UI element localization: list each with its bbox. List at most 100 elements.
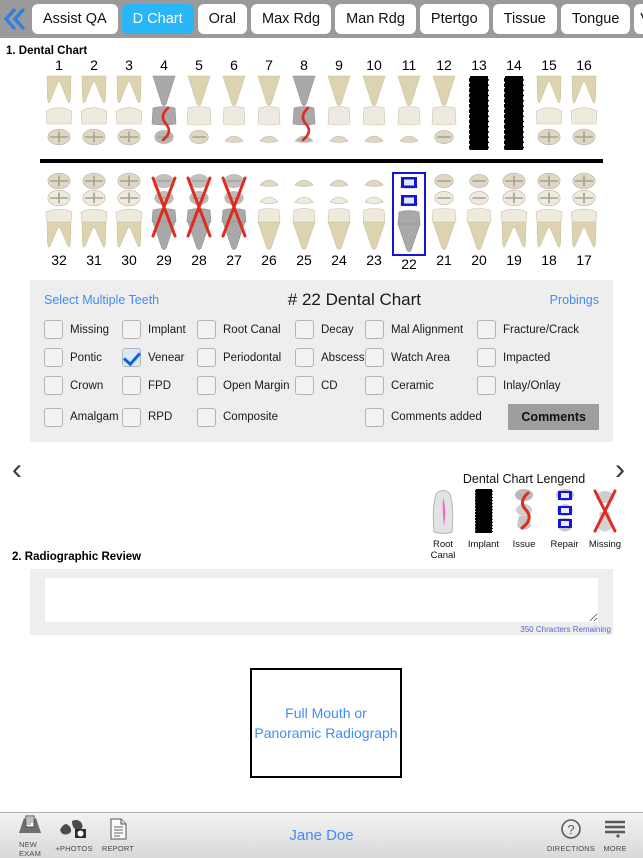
tooth-graphic-implant[interactable] (499, 74, 529, 152)
checkbox[interactable] (295, 348, 314, 367)
tab-tissue[interactable]: Tissue (492, 4, 557, 34)
tooth-26[interactable]: 26 (252, 172, 287, 273)
tooth-graphic-normal[interactable] (359, 172, 389, 252)
option-watch-area[interactable]: Watch Area (365, 348, 477, 367)
tooth-graphic-implant[interactable] (464, 74, 494, 152)
tooth-graphic-normal[interactable] (394, 74, 424, 152)
checkbox[interactable] (365, 407, 384, 427)
tooth-22[interactable]: 22 (392, 172, 427, 273)
option-root-canal[interactable]: Root Canal (197, 320, 295, 339)
option-pontic[interactable]: Pontic (44, 348, 122, 367)
tooth-graphic-normal[interactable] (359, 74, 389, 152)
checkbox[interactable] (44, 376, 63, 395)
comments-button[interactable]: Comments (508, 404, 599, 430)
chevron-left-icon[interactable]: ‹ (12, 455, 22, 485)
option-missing[interactable]: Missing (44, 320, 122, 339)
tooth-27[interactable]: 27 (217, 172, 252, 273)
tooth-29[interactable]: 29 (147, 172, 182, 273)
option-impacted[interactable]: Impacted (477, 348, 599, 367)
tooth-13[interactable]: 13 (462, 57, 497, 152)
tooth-graphic-normal[interactable] (534, 172, 564, 252)
tooth-graphic-normal[interactable] (44, 172, 74, 252)
tooth-graphic-missing[interactable] (219, 172, 249, 252)
radiographic-review-input[interactable] (45, 578, 598, 622)
tooth-graphic-normal[interactable] (569, 172, 599, 252)
tooth-25[interactable]: 25 (287, 172, 322, 273)
checkbox[interactable] (477, 320, 496, 339)
option-inlay-onlay[interactable]: Inlay/Onlay (477, 376, 599, 395)
tooth-graphic-normal[interactable] (429, 172, 459, 252)
tooth-graphic-normal[interactable] (464, 172, 494, 252)
tooth-18[interactable]: 18 (532, 172, 567, 273)
tab-max-rdg[interactable]: Max Rdg (251, 4, 332, 34)
tooth-17[interactable]: 17 (567, 172, 602, 273)
probings-link[interactable]: Probings (550, 293, 599, 307)
tab-tongue[interactable]: Tongue (560, 4, 631, 34)
checkbox[interactable] (295, 320, 314, 339)
tooth-4[interactable]: 4 (147, 57, 182, 152)
option-periodontal[interactable]: Periodontal (197, 348, 295, 367)
tooth-graphic-normal[interactable] (324, 172, 354, 252)
checkbox[interactable] (197, 407, 216, 427)
option-crown[interactable]: Crown (44, 376, 122, 395)
tooth-graphic-normal[interactable] (184, 74, 214, 152)
tab-oral[interactable]: Oral (197, 4, 248, 34)
tooth-6[interactable]: 6 (217, 57, 252, 152)
tooth-21[interactable]: 21 (427, 172, 462, 273)
radiograph-upload-box[interactable]: Full Mouth or Panoramic Radiograph (250, 668, 402, 778)
tooth-graphic-normal[interactable] (429, 74, 459, 152)
tooth-graphic-normal[interactable] (114, 74, 144, 152)
tooth-32[interactable]: 32 (42, 172, 77, 273)
checkbox[interactable] (365, 320, 384, 339)
double-chevron-left-icon[interactable] (2, 0, 28, 38)
tooth-graphic-normal[interactable] (79, 74, 109, 152)
option-implant[interactable]: Implant (122, 320, 197, 339)
tooth-graphic-normal[interactable] (499, 172, 529, 252)
tooth-graphic-normal[interactable] (219, 74, 249, 152)
checkbox[interactable] (122, 320, 141, 339)
option-comments-added[interactable]: Comments added (365, 407, 482, 427)
option-venear[interactable]: Venear (122, 348, 197, 367)
checkbox[interactable] (122, 407, 141, 427)
select-multiple-teeth-link[interactable]: Select Multiple Teeth (44, 293, 159, 307)
tooth-15[interactable]: 15 (532, 57, 567, 152)
tooth-3[interactable]: 3 (112, 57, 147, 152)
tooth-graphic-normal[interactable] (324, 74, 354, 152)
checkbox[interactable] (197, 348, 216, 367)
tooth-graphic-missing[interactable] (184, 172, 214, 252)
option-open-margin[interactable]: Open Margin (197, 376, 295, 395)
tooth-graphic-missing[interactable] (149, 172, 179, 252)
checkbox[interactable] (44, 320, 63, 339)
footer-button-directions[interactable]: ? DIRECTIONS (547, 818, 595, 853)
tooth-14[interactable]: 14 (497, 57, 532, 152)
tooth-graphic-normal[interactable] (534, 74, 564, 152)
checkbox-checked-icon[interactable] (122, 348, 141, 367)
tooth-12[interactable]: 12 (427, 57, 462, 152)
checkbox[interactable] (122, 376, 141, 395)
checkbox[interactable] (477, 376, 496, 395)
footer-button-more[interactable]: MORE (593, 818, 637, 853)
tooth-graphic-normal[interactable] (254, 74, 284, 152)
option-ceramic[interactable]: Ceramic (365, 376, 477, 395)
tooth-28[interactable]: 28 (182, 172, 217, 273)
tab-man-rdg[interactable]: Man Rdg (335, 4, 416, 34)
tooth-5[interactable]: 5 (182, 57, 217, 152)
tooth-9[interactable]: 9 (322, 57, 357, 152)
option-rpd[interactable]: RPD (122, 407, 197, 427)
checkbox[interactable] (44, 348, 63, 367)
tab-ptertgo[interactable]: Ptertgo (419, 4, 489, 34)
tooth-graphic-normal[interactable] (44, 74, 74, 152)
tooth-graphic-normal[interactable] (114, 172, 144, 252)
tooth-1[interactable]: 1 (42, 57, 77, 152)
checkbox[interactable] (477, 348, 496, 367)
tooth-2[interactable]: 2 (77, 57, 112, 152)
tooth-30[interactable]: 30 (112, 172, 147, 273)
tooth-8[interactable]: 8 (287, 57, 322, 152)
checkbox[interactable] (365, 376, 384, 395)
option-mal-alignment[interactable]: Mal Alignment (365, 320, 477, 339)
tooth-23[interactable]: 23 (357, 172, 392, 273)
checkbox[interactable] (295, 376, 314, 395)
tooth-19[interactable]: 19 (497, 172, 532, 273)
tooth-graphic-normal[interactable] (289, 172, 319, 252)
checkbox[interactable] (365, 348, 384, 367)
